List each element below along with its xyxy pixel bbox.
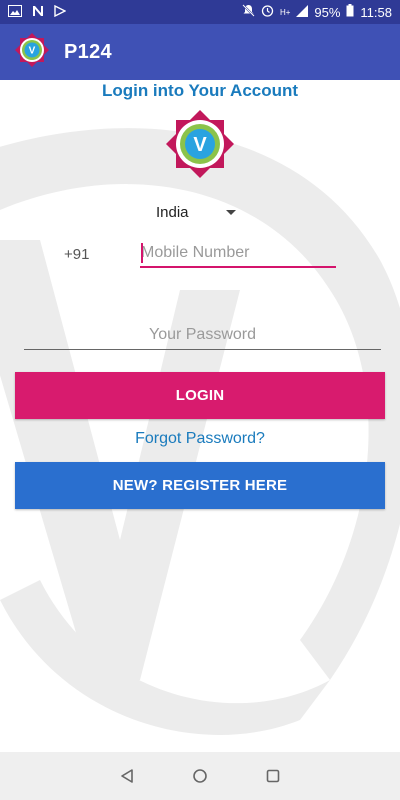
country-code: +91 [64,246,90,263]
play-store-icon [54,4,67,20]
alarm-icon [261,4,274,20]
mobile-number-input[interactable] [140,240,336,268]
clock: 11:58 [360,4,392,20]
home-icon[interactable] [188,764,212,788]
brand-logo-icon: V [164,108,236,180]
register-button[interactable]: NEW? REGISTER HERE [15,462,385,509]
network-type: H+ [279,7,291,17]
back-icon[interactable] [115,764,139,788]
system-status: H+ 95% 11:58 [242,4,392,20]
recents-icon[interactable] [261,764,285,788]
forgot-password-link[interactable]: Forgot Password? [0,430,400,448]
battery-icon [346,4,354,20]
page-heading: Login into Your Account [101,81,299,100]
country-dropdown[interactable]: India [150,200,240,224]
password-input[interactable] [24,320,381,350]
battery-percent: 95% [314,4,341,20]
country-selected: India [156,203,189,221]
system-nav-bar [0,752,400,800]
text-cursor [141,243,143,263]
mute-icon [242,4,255,20]
app-logo-icon: V [14,32,50,73]
status-bar: H+ 95% 11:58 [0,0,400,24]
logo-letter: V [29,45,36,56]
chevron-down-icon [226,209,236,215]
login-button[interactable]: LOGIN [15,372,385,419]
notification-icons [8,4,67,20]
image-icon [8,4,22,20]
n-notification-icon [32,5,44,20]
login-form: Login into Your Account V India +91 LOGI… [0,80,400,752]
signal-icon [296,4,309,20]
logo-letter: V [193,134,207,156]
app-title: P124 [64,40,112,63]
app-bar: V P124 [0,24,400,80]
